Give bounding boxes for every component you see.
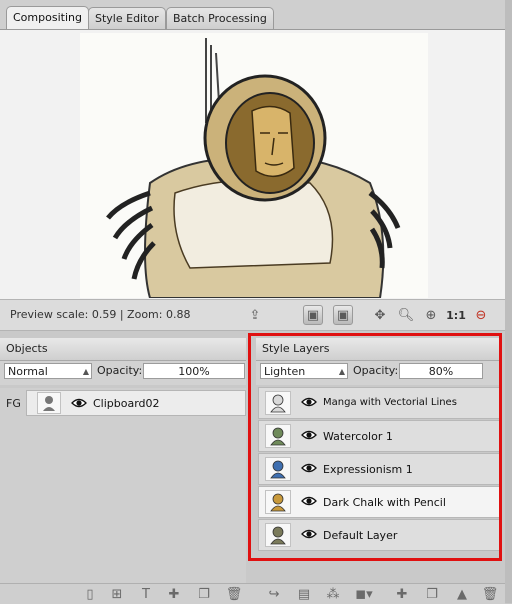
stamp-icon[interactable]: ▲ xyxy=(454,586,470,602)
trash-icon[interactable]: 🗑︎ xyxy=(226,586,243,602)
move-icon[interactable]: ✥ xyxy=(370,305,390,325)
object-group-label: FG xyxy=(6,397,21,410)
nodes-icon[interactable]: ⁂ xyxy=(325,586,341,602)
duplicate-layer-icon[interactable]: ❐ xyxy=(424,586,440,602)
delete-layer-icon[interactable]: 🗑︎ xyxy=(482,586,499,602)
object-cell[interactable]: Clipboard02 xyxy=(26,390,246,416)
save-icon[interactable]: ▤ xyxy=(296,586,312,602)
zoom-minus-icon[interactable]: ⊖ xyxy=(471,305,491,325)
objects-blend-mode-select[interactable]: Normal ▲ xyxy=(4,363,92,379)
add-layer-icon[interactable]: ✚ xyxy=(394,586,410,602)
preview-scale-zoom-readout: Preview scale: 0.59 | Zoom: 0.88 xyxy=(10,308,191,321)
zoom-out-icon[interactable]: 🔍︎ xyxy=(396,305,416,325)
duplicate-icon[interactable]: ❐ xyxy=(196,586,212,602)
frame-icon[interactable]: ⊞ xyxy=(109,586,125,602)
preview-canvas[interactable] xyxy=(80,33,428,298)
zoom-1-1-icon[interactable]: 1:1 xyxy=(446,305,466,325)
tab-batch-processing[interactable]: Batch Processing xyxy=(166,7,274,30)
object-name: Clipboard02 xyxy=(93,397,160,410)
export-icon[interactable]: ⇪ xyxy=(245,305,265,325)
visibility-eye-icon[interactable] xyxy=(71,396,87,410)
select-arrows-icon: ▲ xyxy=(82,367,89,376)
cube-menu-icon[interactable]: ◼▾ xyxy=(355,586,372,602)
objects-blend-mode-value: Normal xyxy=(8,365,48,378)
highlight-frame xyxy=(248,333,502,561)
astronaut-illustration xyxy=(106,38,401,298)
object-row[interactable]: FG Clipboard02 xyxy=(0,388,246,418)
objects-panel-title: Objects xyxy=(0,338,246,361)
camera-stack-icon[interactable]: ▣ xyxy=(333,305,353,325)
add-icon[interactable]: ✚ xyxy=(166,586,182,602)
window-scrollbar[interactable] xyxy=(505,0,512,603)
camera-icon[interactable]: ▣ xyxy=(303,305,323,325)
zoom-in-icon[interactable]: ⊕ xyxy=(421,305,441,325)
object-thumbnail xyxy=(37,392,61,414)
redo-icon[interactable]: ↪ xyxy=(266,586,282,602)
objects-controls: Normal ▲ Opacity: 100% xyxy=(0,361,246,385)
preview-status-bar: Preview scale: 0.59 | Zoom: 0.88 ⇪ ▣ ▣ ✥… xyxy=(0,299,505,331)
doc-icon[interactable]: ▯ xyxy=(82,586,98,602)
text-icon[interactable]: T xyxy=(138,586,154,602)
tab-compositing[interactable]: Compositing xyxy=(6,6,89,31)
tab-bar: Compositing Style Editor Batch Processin… xyxy=(0,0,512,31)
objects-opacity-label: Opacity: xyxy=(97,364,143,377)
bottom-toolbar: ▯ ⊞ T ✚ ❐ 🗑︎ ↪ ▤ ⁂ ◼▾ ✚ ❐ ▲ 🗑︎ xyxy=(0,583,505,604)
tab-style-editor[interactable]: Style Editor xyxy=(88,7,166,30)
objects-opacity-field[interactable]: 100% xyxy=(143,363,245,379)
